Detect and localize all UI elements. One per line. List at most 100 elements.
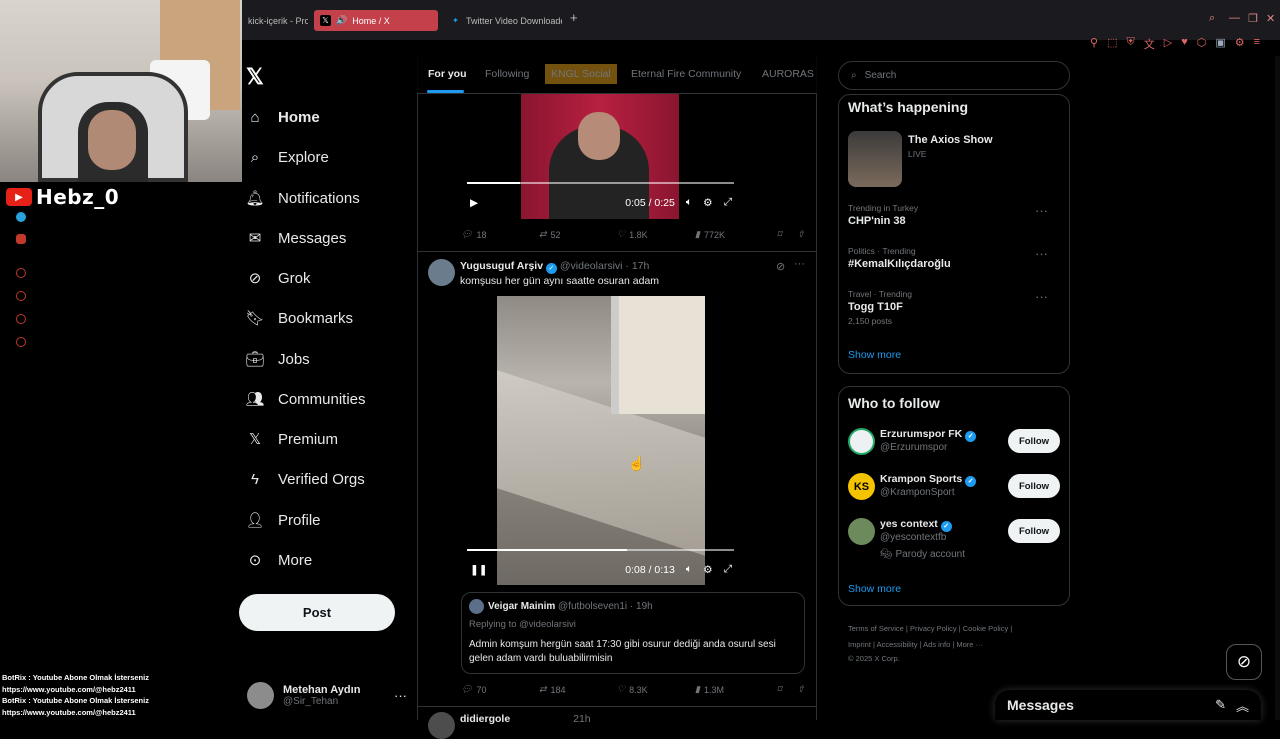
extensions-icon[interactable]: ⬡	[1197, 36, 1207, 54]
share-button[interactable]: ⇧	[797, 684, 805, 695]
avatar[interactable]	[428, 712, 455, 739]
x-logo-icon[interactable]: 𝕏	[246, 64, 264, 90]
live-event[interactable]: The Axios Show LIVE	[908, 134, 993, 159]
volume-icon[interactable]: 🔈︎	[686, 563, 692, 576]
grok-icon[interactable]: ⊘	[776, 260, 785, 273]
nav-verified-orgs[interactable]: ϟ Verified Orgs	[246, 465, 365, 493]
suggestion-name[interactable]: yes context ✓	[880, 518, 952, 532]
play-icon[interactable]: ▶	[470, 197, 478, 209]
messages-drawer[interactable]: Messages ✎ ︽	[995, 690, 1261, 720]
bookmark-button[interactable]: ⌑	[777, 684, 797, 695]
more-dots-icon[interactable]: ···	[1035, 246, 1048, 261]
avatar[interactable]	[848, 428, 875, 455]
live-thumbnail[interactable]	[848, 131, 902, 187]
nav-explore[interactable]: ⌕ Explore	[246, 143, 329, 171]
post-button[interactable]: Post	[239, 594, 395, 631]
browser-tab-kick[interactable]: kick-içerik - Pro	[242, 10, 308, 31]
tab-auroras[interactable]: AURORAS	[762, 68, 814, 80]
reply-button[interactable]: 💬︎ 70	[461, 684, 539, 695]
search-field[interactable]: ⌕ Search	[838, 61, 1070, 90]
nav-premium[interactable]: 𝕏 Premium	[246, 425, 338, 453]
maximize-icon[interactable]: ❐	[1248, 12, 1258, 25]
account-switcher[interactable]: Metehan Aydın @Sir_Tehan ···	[247, 678, 407, 712]
fullscreen-icon[interactable]: ⤢	[724, 196, 732, 209]
follow-button[interactable]: Follow	[1008, 519, 1060, 543]
browser-tab-home-x[interactable]: 𝕏 🔊 Home / X	[314, 10, 438, 31]
tweet-video[interactable]	[461, 296, 740, 585]
menu-icon[interactable]: ≡	[1254, 36, 1260, 54]
nav-home[interactable]: ⌂ Home	[246, 103, 319, 131]
sidebar-icon[interactable]: ⚙	[1235, 36, 1245, 54]
copyright: © 2025 X Corp.	[848, 654, 900, 663]
new-tab-button[interactable]: +	[570, 10, 578, 25]
nav-bookmarks[interactable]: 🔖︎ Bookmarks	[245, 304, 353, 332]
tab-kngl-social[interactable]: KNGL Social	[545, 64, 617, 84]
nav-more[interactable]: ⊙ More	[246, 546, 312, 574]
footer-line[interactable]: Terms of Service | Privacy Policy | Cook…	[848, 621, 1068, 637]
suggestion-name[interactable]: Krampon Sports ✓	[880, 473, 977, 487]
nav-notifications[interactable]: 🔔︎ Notifications	[245, 184, 359, 212]
grok-button[interactable]: ⊘	[1226, 644, 1262, 680]
translate-icon[interactable]: 文	[1144, 36, 1155, 54]
pause-icon[interactable]: ❚❚	[470, 564, 488, 576]
settings-icon[interactable]: ⚙	[703, 197, 712, 209]
minimize-icon[interactable]: —	[1229, 12, 1240, 24]
more-dots-icon[interactable]: ···	[1035, 289, 1048, 304]
search-icon[interactable]: ⌕	[1209, 12, 1215, 25]
browser-tab-twitter-downloader[interactable]: ✦ Twitter Video Downloade	[444, 10, 562, 31]
share-button[interactable]: ⇧	[797, 229, 805, 240]
repost-button[interactable]: ⇄ 52	[539, 229, 617, 240]
trend-item[interactable]: Trending in Turkey CHP'nin 38 ···	[848, 203, 1060, 227]
profile-avatar-icon[interactable]: ▣	[1215, 36, 1225, 54]
shield-icon[interactable]: ⛨	[1126, 36, 1134, 54]
suggestion-name[interactable]: Erzurumspor FK ✓	[880, 428, 977, 442]
views-button[interactable]: ▮ 1.3M	[695, 684, 777, 695]
bookmark-button[interactable]: ⌑	[777, 229, 797, 240]
avatar[interactable]: KS	[848, 473, 875, 500]
like-button[interactable]: ♡ 8.3K	[617, 684, 695, 695]
screenshot-icon[interactable]: ⬚	[1107, 36, 1117, 54]
nav-jobs[interactable]: 💼︎ Jobs	[245, 345, 309, 373]
footer-line[interactable]: Imprint | Accessibility | Ads info | Mor…	[848, 637, 1068, 653]
tweet-handle[interactable]: @videolarsivi	[560, 260, 623, 272]
views-button[interactable]: ▮ 772K	[695, 229, 777, 240]
show-more-link[interactable]: Show more	[848, 583, 901, 595]
tab-following[interactable]: Following	[485, 68, 529, 80]
expand-icon[interactable]: ︽	[1236, 696, 1249, 715]
nav-profile[interactable]: 👤︎ Profile	[245, 506, 320, 534]
tweet-header: didiergole 21h	[460, 713, 591, 725]
repost-button[interactable]: ⇄ 184	[539, 684, 617, 695]
avatar[interactable]	[848, 518, 875, 545]
more-dots-icon[interactable]: ···	[1035, 203, 1048, 218]
play-icon[interactable]: ▷	[1164, 36, 1172, 54]
nav-messages[interactable]: ✉ Messages	[246, 224, 347, 252]
heart-icon[interactable]: ♥	[1181, 36, 1188, 54]
avatar[interactable]	[428, 259, 455, 286]
compose-message-icon[interactable]: ✎	[1215, 697, 1226, 713]
pin-icon[interactable]: ⚲	[1090, 36, 1098, 54]
trend-item[interactable]: Politics · Trending #KemalKılıçdaroğlu ·…	[848, 246, 1060, 270]
search-input[interactable]: Search	[865, 70, 897, 81]
volume-icon[interactable]: 🔈︎	[686, 196, 692, 209]
tab-eternal-fire-community[interactable]: Eternal Fire Community	[631, 68, 741, 80]
nav-communities[interactable]: 👥︎ Communities	[245, 385, 365, 413]
trend-item[interactable]: Travel · Trending Togg T10F 2,150 posts …	[848, 289, 1060, 326]
tab-for-you[interactable]: For you	[428, 68, 467, 80]
show-more-link[interactable]: Show more	[848, 349, 901, 361]
follow-button[interactable]: Follow	[1008, 429, 1060, 453]
tweet-author[interactable]: didiergole	[460, 713, 510, 725]
fullscreen-icon[interactable]: ⤢	[724, 563, 732, 576]
like-button[interactable]: ♡ 1.8K	[617, 229, 695, 240]
x-logo-icon: 𝕏	[248, 431, 262, 448]
settings-icon[interactable]: ⚙	[703, 564, 712, 576]
nav-grok[interactable]: ⊘ Grok	[246, 264, 311, 292]
close-icon[interactable]: ✕	[1266, 12, 1275, 25]
more-dots-icon[interactable]: ···	[794, 258, 805, 270]
tweet-author[interactable]: Yugusuguf Arşiv	[460, 260, 543, 272]
tweet-time[interactable]: · 17h	[625, 260, 649, 272]
tweet-time[interactable]: 21h	[573, 713, 591, 725]
reply-button[interactable]: 💬︎ 18	[461, 229, 539, 240]
scrollbar[interactable]	[1275, 56, 1280, 720]
follow-button[interactable]: Follow	[1008, 474, 1060, 498]
grok-icon: ⊘	[248, 270, 262, 287]
